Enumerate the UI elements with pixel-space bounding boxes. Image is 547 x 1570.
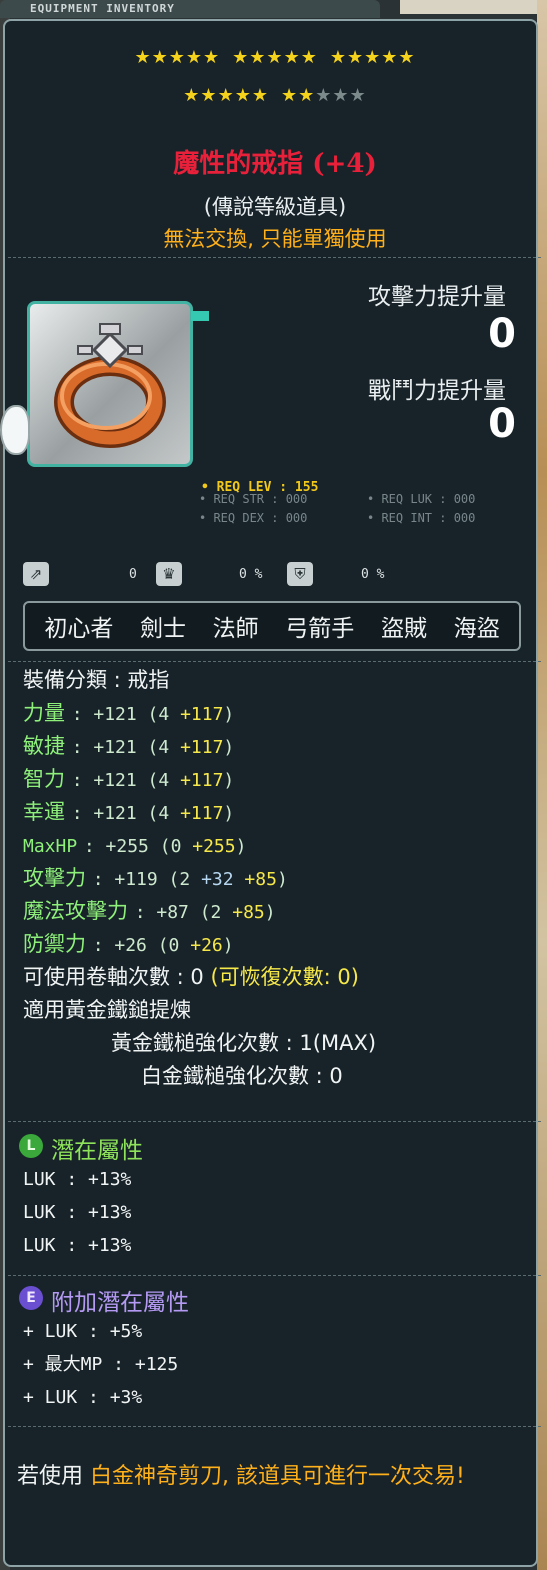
star-row-2: ★★★★★ ★★★★★ — [183, 85, 367, 106]
divider — [8, 661, 541, 662]
stat-luk: 幸運 : +121 (4 +117) — [23, 800, 235, 824]
combat-increase-value: 0 — [488, 401, 516, 447]
stat-attack: 攻擊力 : +119 (2 +32 +85) — [23, 866, 288, 890]
legendary-potential-icon: L — [19, 1134, 43, 1158]
scroll-slots: 可使用卷軸次數 : 0 (可恢復次數: 0) — [23, 965, 359, 989]
job-beginner: 初心者 — [44, 616, 114, 642]
slot-tag — [191, 311, 209, 321]
potential-title: 潛在屬性 — [51, 1138, 143, 1164]
req-dex: • REQ DEX : 000 — [199, 511, 308, 525]
epic-bonus-potential-icon: E — [19, 1286, 43, 1310]
job-pirate: 海盜 — [453, 616, 500, 642]
inventory-window-title: EQUIPMENT INVENTORY — [30, 2, 175, 15]
upgrade-icon: ⇗ — [23, 562, 49, 586]
job-thief: 盜賊 — [380, 616, 427, 642]
job-bowman: 弓箭手 — [285, 616, 355, 642]
item-name: 魔性的戒指 (+4) — [173, 149, 377, 179]
trade-restriction: 無法交換, 只能單獨使用 — [163, 227, 387, 251]
job-magician: 法師 — [212, 616, 259, 642]
item-tooltip: ★★★★★ ★★★★★ ★★★★★ ★★★★★ ★★★★★ 魔性的戒指 (+4) (傳… — [3, 19, 541, 1567]
req-luk: • REQ LUK : 000 — [367, 492, 476, 506]
stat-magic-attack: 魔法攻擊力 : +87 (2 +85) — [23, 899, 276, 923]
job-list: 初心者 劍士 法師 弓箭手 盜賊 海盜 — [23, 601, 521, 651]
divider — [8, 1275, 541, 1276]
stat-defense: 防禦力 : +26 (0 +26) — [23, 932, 234, 956]
attack-increase-value: 0 — [488, 311, 516, 357]
stat-str: 力量 : +121 (4 +117) — [23, 701, 235, 725]
crown-icon: ♛ — [156, 562, 182, 586]
req-int: • REQ INT : 000 — [367, 511, 476, 525]
stat-dex: 敏捷 : +121 (4 +117) — [23, 734, 235, 758]
attack-increase-label: 攻擊力提升量 — [368, 284, 506, 310]
upgrade-count: 0 — [129, 567, 137, 582]
background-panel-strip — [400, 0, 547, 14]
bonus-potential-line-1: + LUK : +5% — [23, 1321, 143, 1342]
bonus-potential-line-3: + LUK : +3% — [23, 1387, 143, 1408]
cursor-hand-icon — [0, 405, 30, 455]
req-str: • REQ STR : 000 — [199, 492, 308, 506]
ring-icon — [54, 323, 166, 448]
potential-line-3: LUK : +13% — [23, 1235, 132, 1256]
item-grade: (傳說等級道具) — [203, 195, 347, 219]
gold-hammer-count: 黃金鐵槌強化次數 : 1(MAX) — [111, 1031, 377, 1055]
star-row-1: ★★★★★ ★★★★★ ★★★★★ — [134, 47, 416, 68]
divider — [8, 1426, 541, 1427]
bonus-potential-line-2: + 最大MP : +125 — [23, 1354, 179, 1375]
ignore-defense-percent: 0 % — [361, 567, 385, 582]
shield-icon: ⛨ — [287, 562, 313, 586]
combat-increase-label: 戰鬥力提升量 — [368, 378, 506, 404]
hammer-applicable: 適用黃金鐵鎚提煉 — [23, 998, 191, 1022]
job-warrior: 劍士 — [139, 616, 186, 642]
item-icon-frame — [27, 301, 193, 467]
stat-int: 智力 : +121 (4 +117) — [23, 767, 235, 791]
boss-damage-percent: 0 % — [239, 567, 263, 582]
stat-maxhp: MaxHP : +255 (0 +255) — [23, 836, 247, 857]
bonus-potential-title: 附加潛在屬性 — [51, 1290, 189, 1316]
potential-line-2: LUK : +13% — [23, 1202, 132, 1223]
platinum-hammer-count: 白金鐵槌強化次數 : 0 — [141, 1064, 343, 1088]
equip-category: 裝備分類 : 戒指 — [23, 668, 170, 692]
scissors-note: 若使用 白金神奇剪刀, 該道具可進行一次交易! — [17, 1464, 465, 1489]
divider — [8, 257, 541, 258]
inventory-window-titlebar[interactable]: EQUIPMENT INVENTORY — [0, 0, 380, 18]
divider — [8, 1121, 541, 1122]
potential-line-1: LUK : +13% — [23, 1169, 132, 1190]
